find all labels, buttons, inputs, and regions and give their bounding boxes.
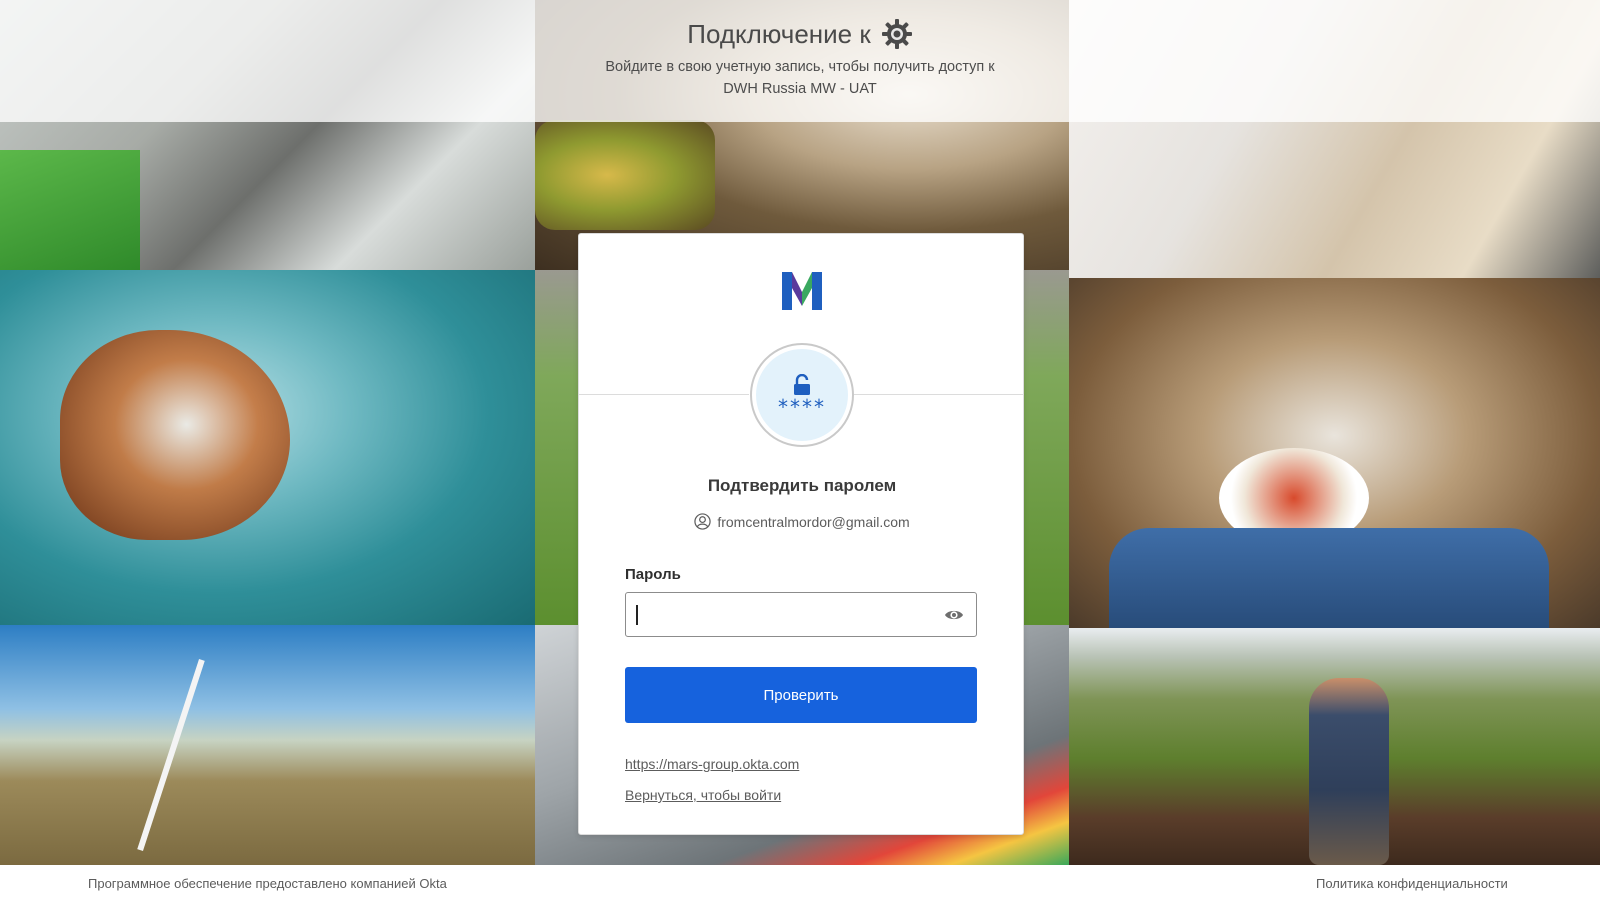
background-swimming-dog	[60, 330, 290, 540]
header-subtitle-line2: DWH Russia MW - UAT	[723, 81, 877, 97]
background-turbine-tower	[137, 658, 205, 852]
password-label: Пароль	[625, 566, 681, 583]
gear-icon	[881, 19, 912, 49]
header-subtitle: Войдите в свою учетную запись, чтобы пол…	[550, 56, 1050, 100]
header-subtitle-line1: Войдите в свою учетную запись, чтобы пол…	[605, 59, 995, 75]
background-photo-pool-dog	[0, 270, 535, 625]
header-title-row: Подключение к	[0, 18, 1600, 50]
identifier-email: fromcentralmordor@gmail.com	[717, 513, 910, 530]
background-cocoa-pods	[535, 120, 715, 230]
divider-right	[853, 394, 1023, 395]
verify-button[interactable]: Проверить	[625, 667, 977, 723]
card-title: Подтвердить паролем	[707, 476, 897, 495]
password-input[interactable]	[626, 593, 936, 636]
header: Подключение к Войдите в свою учетную зап…	[0, 0, 1600, 122]
background-photo-food	[1069, 278, 1600, 628]
powered-by-text: Программное обеспечение предоставлено ко…	[88, 876, 447, 891]
okta-org-link[interactable]: https://mars-group.okta.com	[625, 756, 799, 772]
lock-icon	[794, 374, 810, 395]
background-sleeve	[1109, 528, 1549, 628]
privacy-policy-link[interactable]: Политика конфиденциальности	[1316, 876, 1508, 891]
password-factor-inner: ****	[756, 349, 848, 441]
background-green-block	[0, 150, 140, 270]
password-field[interactable]	[625, 592, 977, 637]
divider-left	[579, 394, 749, 395]
eye-icon[interactable]	[944, 607, 964, 623]
background-photo-farm	[1069, 628, 1600, 865]
user-identifier: fromcentralmordor@gmail.com	[579, 513, 1025, 530]
background-farmer	[1309, 678, 1389, 865]
page-title: Подключение к	[687, 18, 871, 49]
footer: Программное обеспечение предоставлено ко…	[0, 865, 1600, 900]
password-factor-badge: ****	[750, 343, 854, 447]
company-logo	[782, 272, 822, 310]
back-to-signin-link[interactable]: Вернуться, чтобы войти	[625, 787, 781, 803]
background-photo-wind-turbines	[0, 625, 535, 865]
login-card: **** Подтвердить паролем fromcentralmord…	[578, 233, 1024, 835]
background-photo-grass-right	[1024, 270, 1069, 625]
text-caret	[636, 605, 638, 625]
password-stars: ****	[778, 395, 826, 419]
user-icon	[694, 513, 711, 530]
